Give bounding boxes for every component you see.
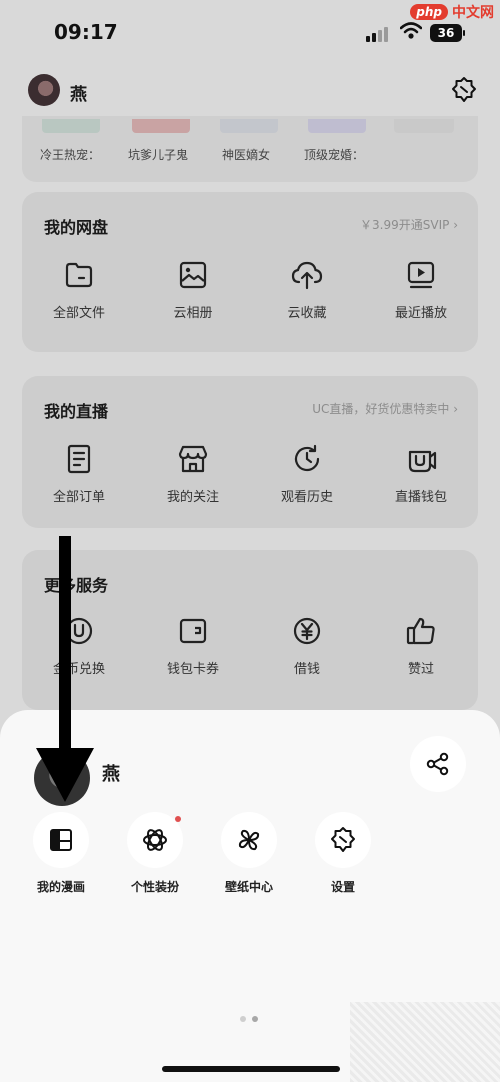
store-icon	[178, 445, 208, 473]
bottom-sheet: 燕 我的漫画 个性装扮 壁纸中心 设置	[0, 710, 500, 1082]
share-button[interactable]	[410, 736, 466, 792]
gear-icon[interactable]	[450, 76, 478, 104]
history-icon	[294, 444, 320, 472]
settings-label: 设置	[330, 880, 355, 894]
folder-icon	[65, 262, 93, 288]
watermark: php 中文网	[410, 2, 494, 22]
netdisk-card: 我的网盘 ￥3.99开通SVIP › 全部文件 云相册 云收藏 最近播放	[22, 192, 478, 352]
recent-item-title[interactable]: 冷王热宠：	[40, 146, 100, 163]
live-title: 我的直播	[44, 402, 109, 421]
photo-icon	[179, 261, 207, 289]
wallpaper-center-label: 壁纸中心	[224, 880, 273, 894]
recent-item-title[interactable]: 神医嫡女	[222, 146, 270, 163]
home-indicator[interactable]	[162, 1066, 340, 1072]
battery-icon: 36	[430, 24, 465, 42]
borrow-button[interactable]: 借钱	[250, 616, 364, 677]
coin-exchange-label: 金币兑换	[52, 662, 105, 677]
live-promo-link[interactable]: UC直播，好货优惠特卖中 ›	[312, 400, 458, 417]
gear-icon	[331, 827, 355, 852]
live-wallet-button[interactable]: 直播钱包	[364, 444, 478, 505]
cover-thumbnail[interactable]	[42, 119, 100, 133]
my-follows-label: 我的关注	[166, 490, 219, 505]
recent-play-label: 最近播放	[394, 306, 447, 321]
share-icon	[426, 752, 449, 776]
page-indicator	[240, 1016, 258, 1022]
cloud-upload-icon	[291, 261, 323, 290]
yuan-icon	[293, 617, 321, 645]
wallet-icon	[179, 618, 207, 644]
cloud-album-button[interactable]: 云相册	[136, 260, 250, 321]
live-wallet-label: 直播钱包	[394, 490, 447, 505]
recent-play-button[interactable]: 最近播放	[364, 260, 478, 321]
play-screen-icon	[407, 261, 435, 289]
services-title: 更多服务	[44, 576, 109, 595]
pixelated-watermark-area	[350, 1002, 500, 1082]
cover-thumbnail[interactable]	[308, 119, 366, 133]
watermark-badge: php	[410, 4, 448, 20]
watermark-text: 中文网	[452, 5, 494, 21]
borrow-label: 借钱	[293, 662, 320, 677]
my-comics-label: 我的漫画	[36, 880, 85, 894]
profile-header: 燕	[0, 70, 500, 114]
personalize-button[interactable]: 个性装扮	[115, 812, 195, 895]
settings-button[interactable]: 设置	[303, 812, 383, 895]
new-badge-dot	[175, 816, 181, 822]
all-orders-label: 全部订单	[52, 490, 105, 505]
netdisk-title: 我的网盘	[44, 218, 109, 237]
wifi-icon	[400, 22, 422, 39]
wallpaper-center-button[interactable]: 壁纸中心	[209, 812, 289, 895]
page-dot	[240, 1016, 246, 1022]
recent-item-title[interactable]: 坑爹儿子鬼	[128, 146, 188, 163]
sheet-avatar[interactable]	[34, 750, 90, 806]
liked-button[interactable]: 赞过	[364, 616, 478, 677]
recent-item-title[interactable]: 顶级宠婚：	[304, 146, 364, 163]
coin-exchange-button[interactable]: 金币兑换	[22, 616, 136, 677]
order-document-icon	[67, 444, 91, 474]
wallet-cards-label: 钱包卡券	[166, 662, 219, 677]
sheet-username: 燕	[102, 764, 120, 785]
cloud-album-label: 云相册	[173, 306, 213, 321]
page-dot-active	[252, 1016, 258, 1022]
all-files-button[interactable]: 全部文件	[22, 260, 136, 321]
avatar[interactable]	[28, 74, 60, 106]
all-orders-button[interactable]: 全部订单	[22, 444, 136, 505]
cloud-favorites-label: 云收藏	[287, 306, 327, 321]
all-files-label: 全部文件	[52, 306, 105, 321]
cover-thumbnail[interactable]	[220, 119, 278, 133]
thumbs-up-icon	[406, 617, 435, 645]
battery-level: 36	[437, 26, 455, 40]
services-card: 更多服务 金币兑换 钱包卡券 借钱 赞过	[22, 550, 478, 710]
personalize-label: 个性装扮	[130, 880, 179, 894]
my-comics-button[interactable]: 我的漫画	[21, 812, 101, 895]
watch-history-label: 观看历史	[280, 490, 333, 505]
status-time: 09:17	[54, 20, 118, 44]
pinwheel-icon	[238, 829, 260, 851]
theme-knot-icon	[143, 829, 167, 851]
wallet-cards-button[interactable]: 钱包卡券	[136, 616, 250, 677]
svip-link[interactable]: ￥3.99开通SVIP ›	[360, 216, 458, 233]
cover-thumbnail[interactable]	[132, 119, 190, 133]
my-follows-button[interactable]: 我的关注	[136, 444, 250, 505]
live-card: 我的直播 UC直播，好货优惠特卖中 › 全部订单 我的关注 观看历史 直播钱包	[22, 376, 478, 528]
comic-layout-icon	[50, 829, 72, 851]
live-wallet-icon	[408, 450, 437, 473]
coin-icon	[65, 617, 93, 645]
sheet-actions: 我的漫画 个性装扮 壁纸中心 设置	[0, 812, 500, 902]
recent-reads-strip: 冷王热宠： 坑爹儿子鬼 神医嫡女 顶级宠婚：	[22, 116, 478, 182]
cover-thumbnail[interactable]	[394, 119, 454, 133]
cellular-signal-icon	[366, 26, 390, 42]
watch-history-button[interactable]: 观看历史	[250, 444, 364, 505]
username: 燕	[70, 85, 87, 105]
cloud-favorites-button[interactable]: 云收藏	[250, 260, 364, 321]
liked-label: 赞过	[407, 662, 434, 677]
